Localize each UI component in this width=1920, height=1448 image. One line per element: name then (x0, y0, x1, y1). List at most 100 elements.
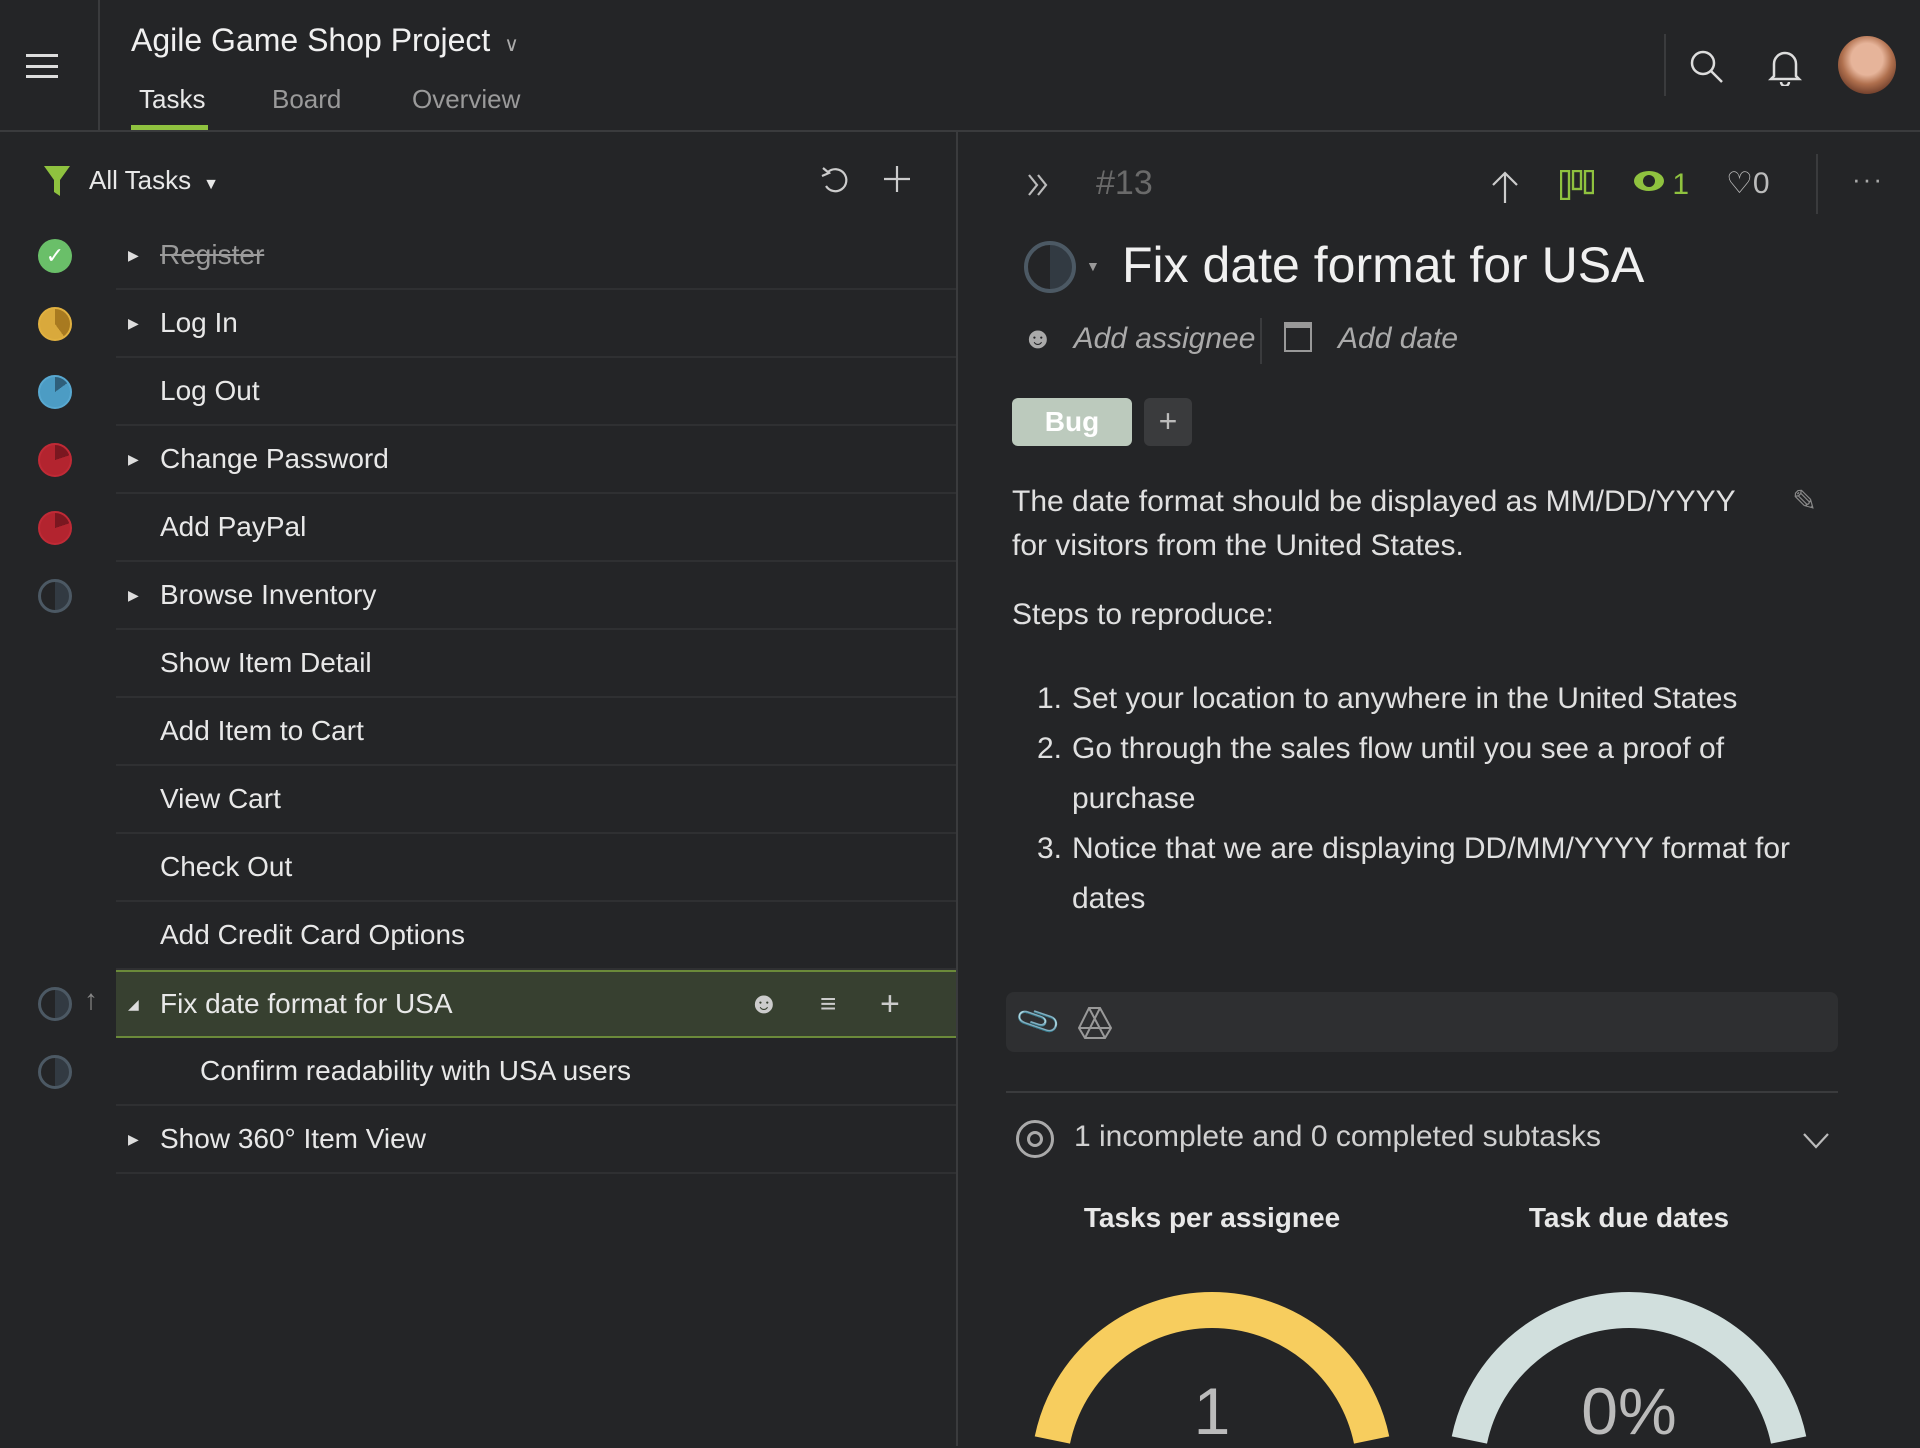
status-icon[interactable] (38, 375, 72, 409)
step-number: 2. (1036, 732, 1062, 765)
description[interactable]: The date format should be displayed as M… (1012, 480, 1736, 568)
chart-center-label: 1 (1193, 1374, 1231, 1448)
task-number: #13 (1096, 164, 1153, 202)
task-label: Browse Inventory (160, 579, 377, 610)
charts-area (1034, 1292, 1807, 1444)
step-text: Notice that we are displaying DD/MM/YYYY… (1072, 832, 1791, 915)
calendar-icon (1284, 322, 1312, 352)
status-caret-icon[interactable]: ▼ (1086, 258, 1100, 274)
task-row[interactable]: ▶ Log In (116, 290, 956, 358)
task-row[interactable]: ▶ Show 360° Item View (116, 1106, 956, 1174)
task-label: Add Item to Cart (160, 715, 364, 746)
search-icon[interactable] (1688, 48, 1724, 84)
task-label: Add PayPal (160, 511, 307, 542)
more-options-icon[interactable]: ··· (1852, 164, 1884, 195)
priority-arrow-up-icon[interactable] (1490, 170, 1520, 204)
step-number: 3. (1036, 832, 1062, 865)
add-tag-button[interactable]: + (1144, 398, 1192, 446)
status-icon[interactable] (38, 443, 72, 477)
task-row[interactable]: Confirm readability with USA users (116, 1038, 956, 1106)
menu-icon[interactable] (26, 54, 58, 78)
tab-overview[interactable]: Overview (412, 84, 520, 115)
expand-caret-icon[interactable]: ▶ (128, 451, 139, 468)
tag-bug[interactable]: Bug (1012, 398, 1132, 446)
status-icon[interactable] (38, 579, 72, 613)
add-assignee-label: Add assignee (1073, 322, 1256, 355)
status-icon[interactable] (38, 1055, 72, 1089)
chart-title-assignee: Tasks per assignee (1083, 1202, 1341, 1233)
task-row[interactable]: Add Credit Card Options (116, 902, 956, 970)
bell-icon[interactable] (1768, 48, 1802, 86)
like-button[interactable]: ♡0 (1726, 166, 1770, 201)
project-title[interactable]: Agile Game Shop Project ∨ (131, 22, 519, 59)
status-icon[interactable] (38, 511, 72, 545)
google-drive-icon[interactable] (1078, 1006, 1112, 1040)
step-text: Set your location to anywhere in the Uni… (1072, 682, 1738, 715)
task-row[interactable]: ▶ Change Password (116, 426, 956, 494)
project-title-text: Agile Game Shop Project (131, 22, 491, 58)
tab-board[interactable]: Board (272, 84, 341, 115)
subtasks-summary: 1 incomplete and 0 completed subtasks (1074, 1120, 1601, 1153)
status-icon[interactable] (38, 307, 72, 341)
task-row[interactable]: View Cart (116, 766, 956, 834)
task-row[interactable]: Add PayPal (116, 494, 956, 562)
steps-heading: Steps to reproduce: (1012, 598, 1274, 631)
task-row[interactable]: ▶ Register (116, 222, 956, 290)
expand-caret-icon[interactable]: ▶ (128, 1131, 139, 1148)
divider (1006, 1091, 1838, 1093)
chart-center-label: 0% (1581, 1374, 1677, 1448)
avatar[interactable] (1838, 36, 1896, 94)
expand-caret-icon[interactable]: ▶ (128, 587, 139, 604)
filter-dropdown[interactable]: All Tasks ▼ (89, 165, 219, 196)
tab-tasks[interactable]: Tasks (139, 84, 205, 115)
add-task-icon[interactable] (882, 164, 912, 194)
task-row[interactable]: Check Out (116, 834, 956, 902)
task-row[interactable]: ◢ Fix date format for USA ☻ ≡ + (116, 970, 956, 1038)
description-line: The date format should be displayed as M… (1012, 485, 1736, 518)
add-subtask-icon[interactable]: ≡ (820, 988, 836, 1020)
collapse-caret-icon[interactable]: ◢ (128, 996, 139, 1013)
subtasks-icon (1016, 1120, 1054, 1158)
heart-icon: ♡ (1726, 167, 1753, 200)
task-label: Change Password (160, 443, 389, 474)
priority-arrow-up-icon[interactable]: ↑ (84, 984, 98, 1016)
task-label: Add Credit Card Options (160, 919, 466, 950)
divider (1664, 34, 1666, 96)
task-row[interactable]: Show Item Detail (116, 630, 956, 698)
collapse-panel-icon[interactable] (1026, 172, 1050, 198)
step-number: 1. (1036, 682, 1062, 715)
add-date-button[interactable]: Add date (1284, 322, 1458, 356)
task-row[interactable]: Add Item to Cart (116, 698, 956, 766)
panel-divider (956, 132, 958, 1446)
task-row[interactable]: Log Out (116, 358, 956, 426)
task-label: Confirm readability with USA users (200, 1055, 632, 1086)
active-tab-indicator (131, 125, 208, 130)
task-label: Log Out (160, 375, 260, 406)
attachment-bar (1006, 992, 1838, 1052)
task-row[interactable]: ▶ Browse Inventory (116, 562, 956, 630)
divider (1816, 154, 1818, 214)
step-item: 1. Set your location to anywhere in the U… (1026, 674, 1852, 724)
status-icon[interactable] (38, 987, 72, 1021)
add-assignee-button[interactable]: ☻ Add assignee (1022, 322, 1255, 356)
watch-button[interactable]: 1 (1634, 168, 1689, 202)
board-icon[interactable] (1560, 170, 1594, 200)
task-title[interactable]: Fix date format for USA (1122, 236, 1644, 294)
caret-down-icon: ▼ (203, 176, 219, 193)
expand-caret-icon[interactable]: ▶ (128, 315, 139, 332)
chevron-down-icon[interactable] (1802, 1132, 1830, 1150)
task-status-icon[interactable] (1024, 241, 1076, 293)
task-label: Show Item Detail (160, 647, 372, 678)
refresh-icon[interactable] (820, 164, 850, 194)
expand-caret-icon[interactable]: ▶ (128, 247, 139, 264)
task-label: Show 360° Item View (160, 1123, 426, 1154)
add-date-label: Add date (1338, 322, 1459, 355)
filter-icon[interactable] (44, 166, 70, 196)
task-label: Fix date format for USA (160, 988, 453, 1019)
task-label: Register (160, 239, 265, 270)
add-icon[interactable]: + (880, 985, 900, 1024)
divider (1260, 318, 1262, 364)
assign-icon[interactable]: ☻ (748, 987, 780, 1021)
edit-pencil-icon[interactable]: ✎ (1792, 484, 1817, 519)
status-complete-icon[interactable]: ✓ (38, 239, 72, 273)
